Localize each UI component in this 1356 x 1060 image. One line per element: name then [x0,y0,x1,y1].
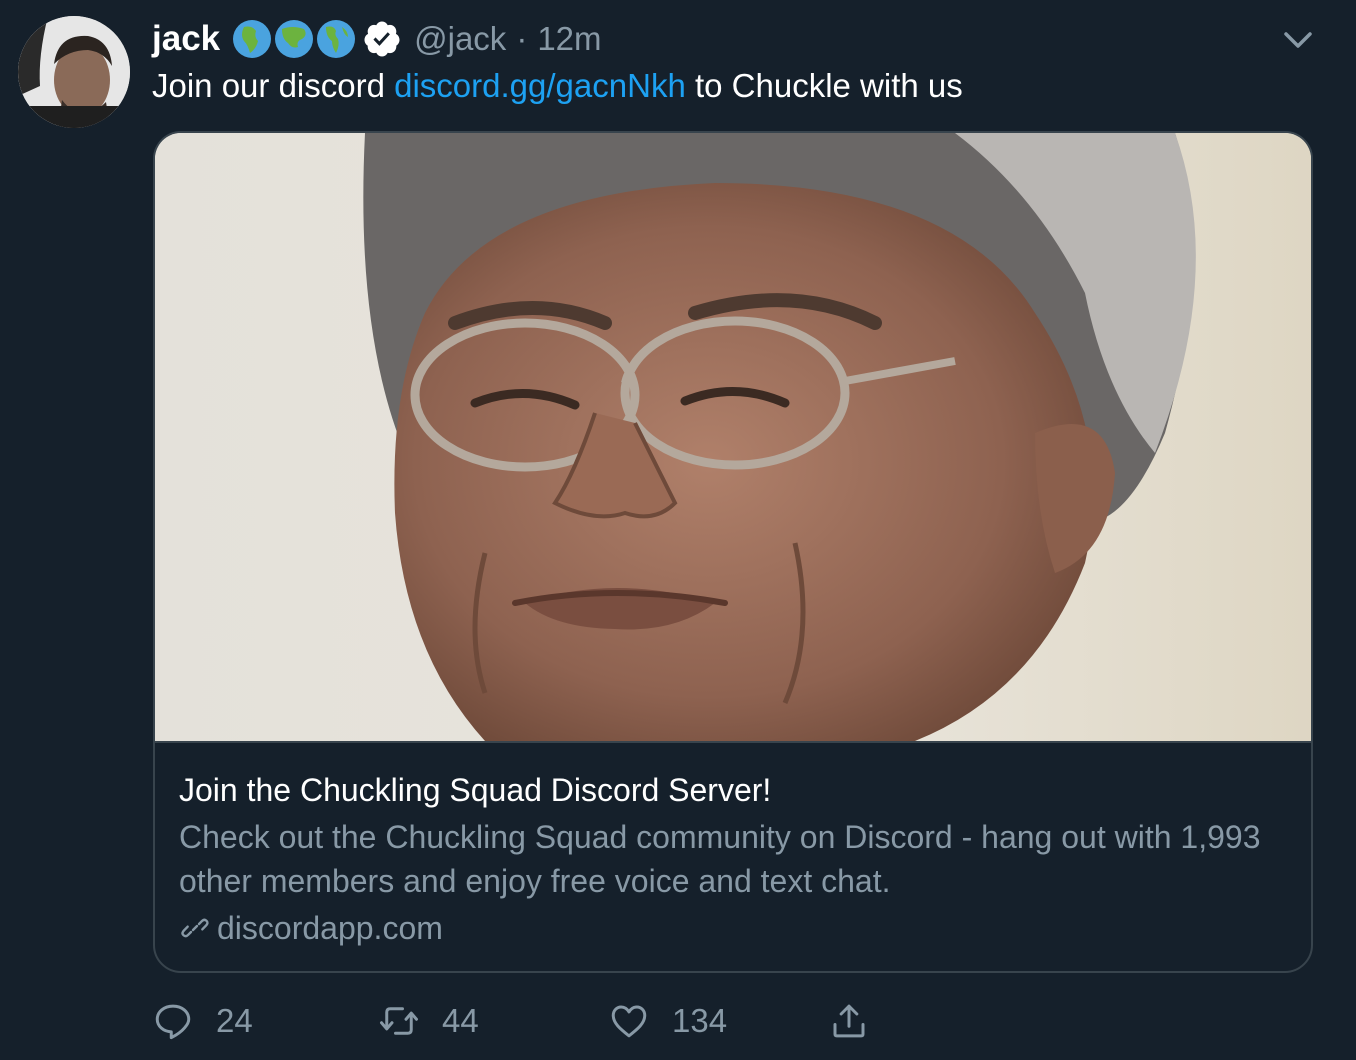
avatar[interactable] [18,16,130,128]
card-domain-text: discordapp.com [217,910,443,946]
like-count: 134 [672,1002,728,1039]
card-title: Join the Chuckling Squad Discord Server! [179,772,772,808]
retweet-icon [380,1007,418,1035]
reply-count: 24 [216,1002,253,1039]
tweet-text: Join our discord discord.gg/gacnNkh to C… [152,66,963,106]
tweet[interactable]: jack @jack · 12m Join our discord discor… [0,0,1356,1060]
like-button[interactable]: 134 [608,996,727,1046]
retweet-count: 44 [442,1002,479,1039]
tweet-header: jack @jack · 12m [152,14,602,64]
link-icon [181,918,209,938]
tweet-text-after: to Chuckle with us [685,67,963,104]
tweet-text-before: Join our discord [152,67,395,104]
tweet-timestamp[interactable]: 12m [537,20,601,58]
card-image [155,133,1311,741]
globe-africa-icon [232,19,272,59]
verified-badge-icon [362,19,402,59]
author-name[interactable]: jack [152,19,220,59]
reply-button[interactable]: 24 [152,996,253,1046]
reply-icon [155,1004,191,1040]
tweet-link[interactable]: discord.gg/gacnNkh [394,67,686,104]
author-handle[interactable]: @jack [414,20,506,58]
card-body: Join the Chuckling Squad Discord Server!… [155,741,1311,971]
card-domain: discordapp.com [179,907,1291,949]
globe-asia-icon [274,19,314,59]
link-preview-card[interactable]: Join the Chuckling Squad Discord Server!… [153,131,1313,973]
chevron-down-icon[interactable] [1280,22,1316,58]
share-button[interactable] [828,996,870,1046]
share-icon [833,1004,865,1038]
card-description: Check out the Chuckling Squad community … [179,819,1261,899]
retweet-button[interactable]: 44 [378,996,479,1046]
heart-icon [611,1005,647,1038]
globe-americas-icon [316,19,356,59]
separator-dot: · [516,20,528,57]
avatar-photo [18,16,130,128]
